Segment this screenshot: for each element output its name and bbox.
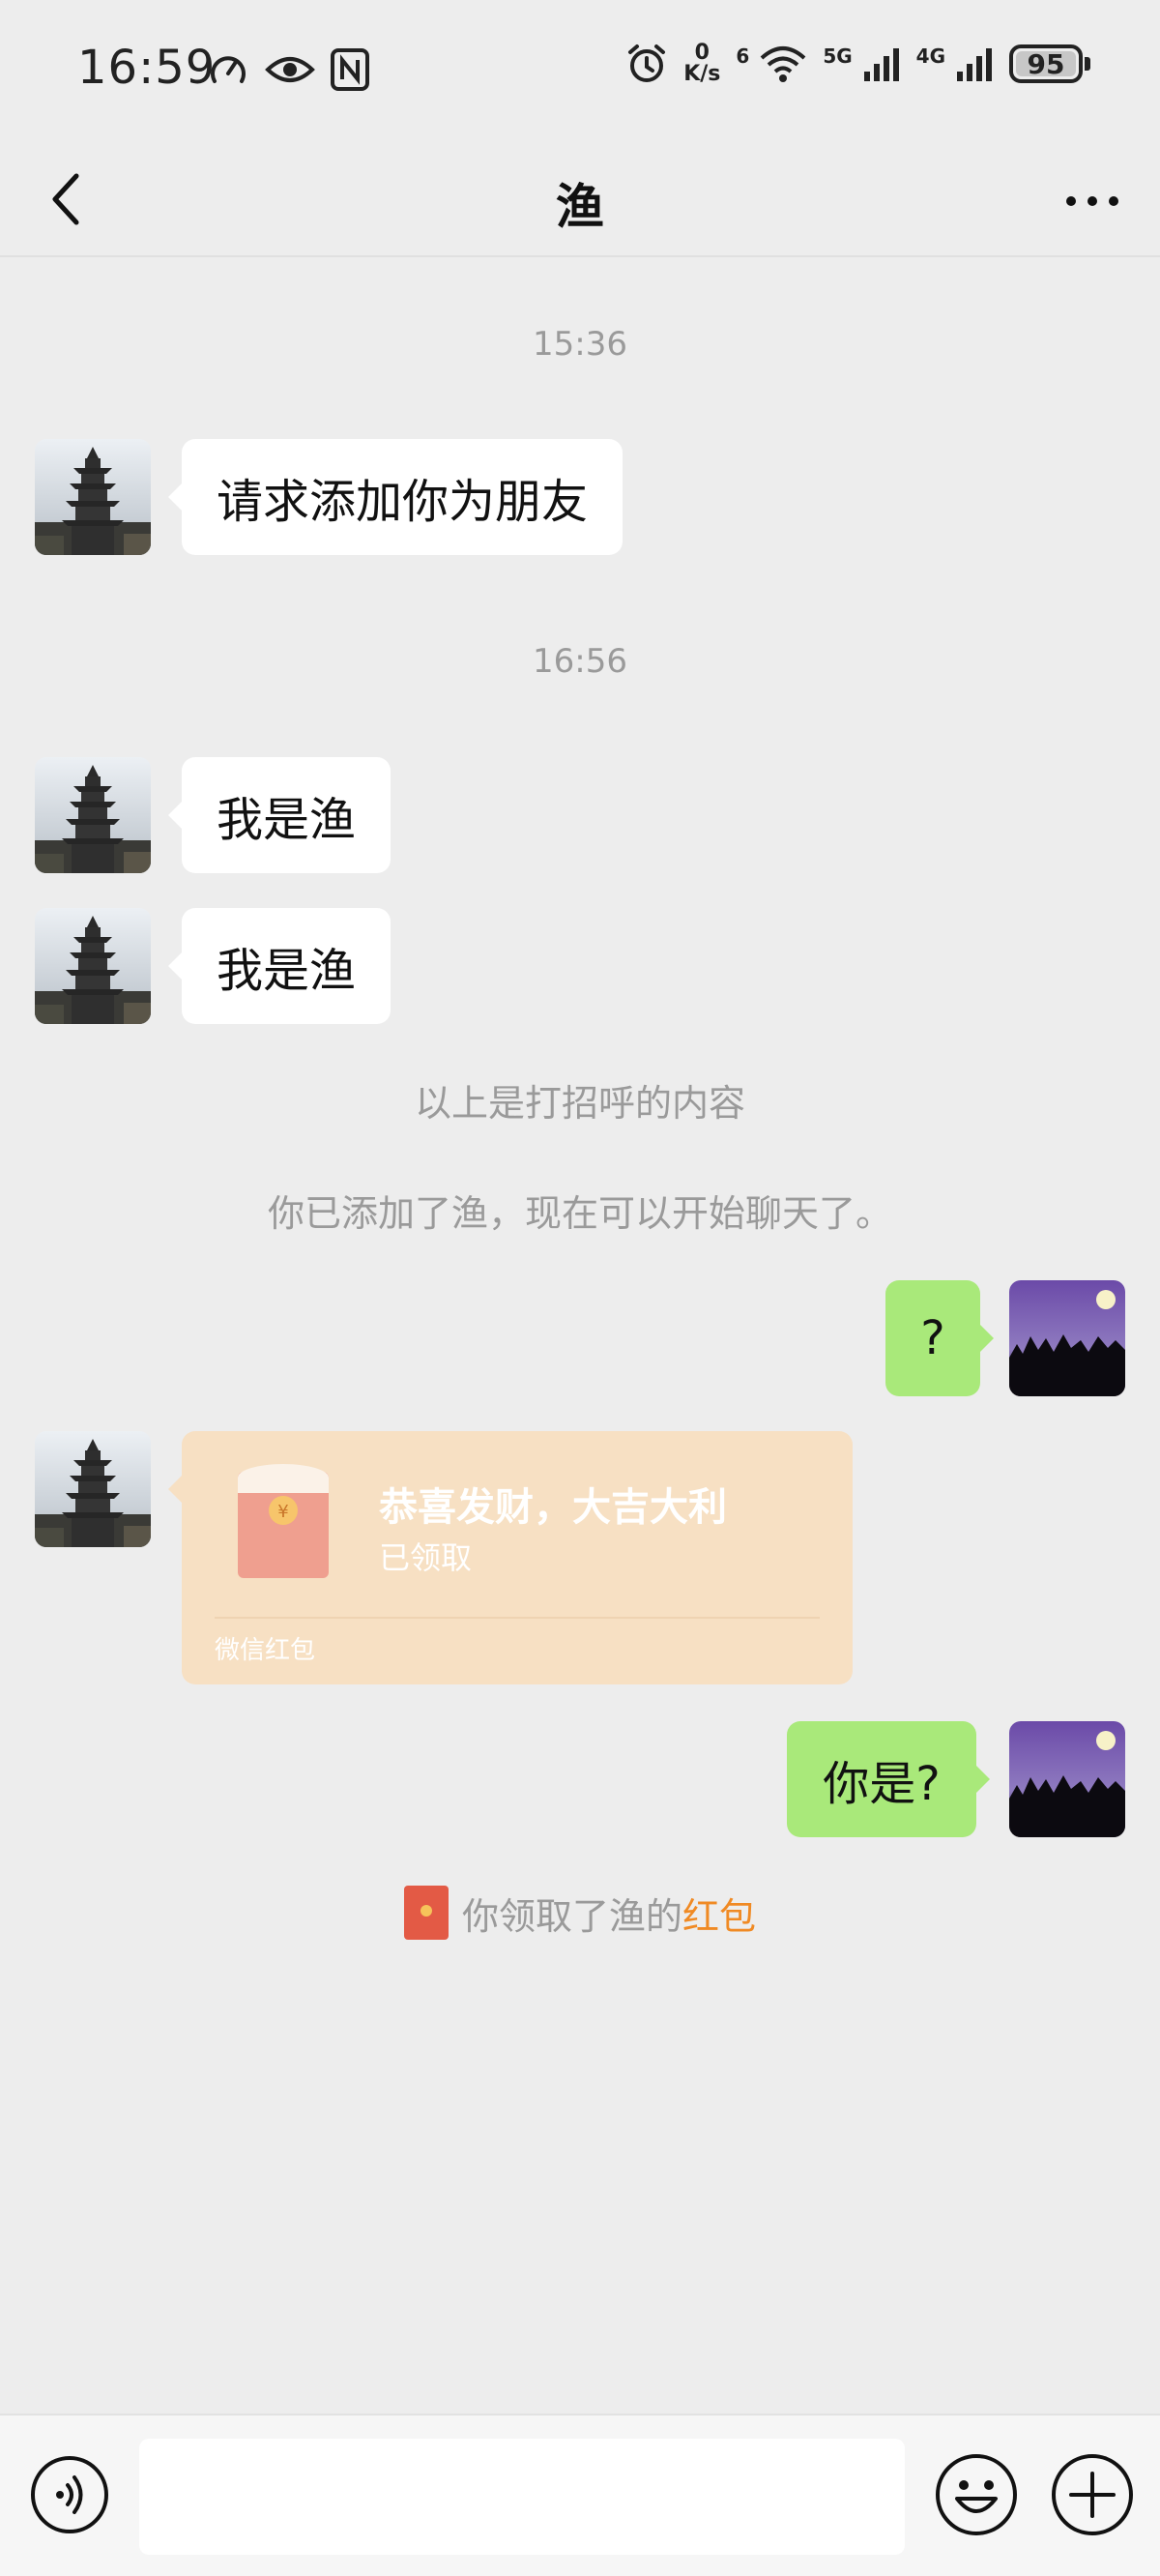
avatar-contact[interactable]	[35, 908, 151, 1024]
red-packet-footer: 微信红包	[215, 1636, 316, 1665]
status-right-icons: 0 K/s 6 5G 4G 95	[625, 43, 1090, 85]
red-packet-status: 已领取	[379, 1539, 473, 1576]
avatar-contact[interactable]	[35, 1431, 151, 1547]
signal-5g-icon	[863, 48, 899, 81]
more-dots-icon	[1066, 196, 1118, 206]
plus-icon[interactable]	[1050, 2452, 1135, 2537]
avatar-contact[interactable]	[35, 439, 151, 555]
red-packet-message[interactable]: ¥ 恭喜发财，大吉大利 已领取 微信红包	[168, 1431, 853, 1684]
yuan-symbol: ¥	[277, 1502, 288, 1522]
pagoda-avatar-image	[35, 1431, 151, 1547]
voice-icon[interactable]	[29, 2454, 110, 2535]
status-time: 16:59	[77, 41, 217, 95]
red-packet-link[interactable]: 红包	[682, 1887, 756, 1940]
status-left-icons	[207, 48, 369, 91]
divider	[215, 1617, 820, 1619]
avatar-self[interactable]	[1009, 1721, 1125, 1837]
red-envelope-icon: ¥	[238, 1464, 329, 1578]
battery-icon: 95	[1009, 44, 1083, 83]
receipt-text: 你领取了渔的	[461, 1894, 682, 1938]
pagoda-avatar-image	[35, 757, 151, 873]
network-4g-label: 4G	[915, 44, 945, 68]
alarm-icon	[628, 44, 666, 82]
system-message: 你已添加了渔，现在可以开始聊天了。	[267, 1192, 892, 1235]
message-bubble-received[interactable]: 我是渔	[167, 908, 392, 1024]
status-bar: 16:59 0 K/s 6 5G 4G 95	[0, 0, 1160, 145]
net-speed-value: 0	[694, 41, 710, 65]
timestamp: 16:56	[533, 642, 627, 681]
timestamp: 15:36	[533, 325, 627, 364]
red-packet-receipt: 你领取了渔的 红包	[0, 1884, 1160, 1942]
wifi-icon	[760, 46, 806, 82]
more-button[interactable]	[1058, 174, 1127, 228]
red-packet-small-icon	[403, 1886, 449, 1940]
night-avatar-image	[1009, 1721, 1125, 1837]
wifi-badge: 6	[736, 44, 750, 68]
message-input[interactable]	[139, 2439, 905, 2555]
battery-level: 95	[1027, 47, 1065, 80]
battery-tip	[1085, 57, 1090, 71]
eye-icon	[265, 57, 315, 82]
avatar-contact[interactable]	[35, 757, 151, 873]
pagoda-avatar-image	[35, 908, 151, 1024]
message-bubble-sent[interactable]: 你是?	[787, 1721, 990, 1837]
red-packet-title: 恭喜发财，大吉大利	[379, 1485, 727, 1530]
message-bubble-received[interactable]: 请求添加你为朋友	[167, 439, 624, 555]
signal-4g-icon	[957, 48, 992, 81]
net-speed-unit: K/s	[683, 62, 721, 86]
net-speed: 0 K/s	[683, 43, 720, 85]
message-bubble-sent[interactable]: ?	[885, 1280, 994, 1396]
pagoda-avatar-image	[35, 439, 151, 555]
message-bubble-received[interactable]: 我是渔	[167, 757, 392, 873]
system-message: 以上是打招呼的内容	[414, 1082, 745, 1125]
nfc-icon	[331, 48, 369, 91]
nav-bar: 渔	[0, 145, 1160, 257]
emoji-icon[interactable]	[934, 2452, 1019, 2537]
network-5g-label: 5G	[823, 44, 853, 68]
night-avatar-image	[1009, 1280, 1125, 1396]
avatar-self[interactable]	[1009, 1280, 1125, 1396]
input-bar	[0, 2414, 1160, 2576]
chat-title: 渔	[556, 179, 604, 235]
speed-gauge-icon	[211, 56, 246, 83]
